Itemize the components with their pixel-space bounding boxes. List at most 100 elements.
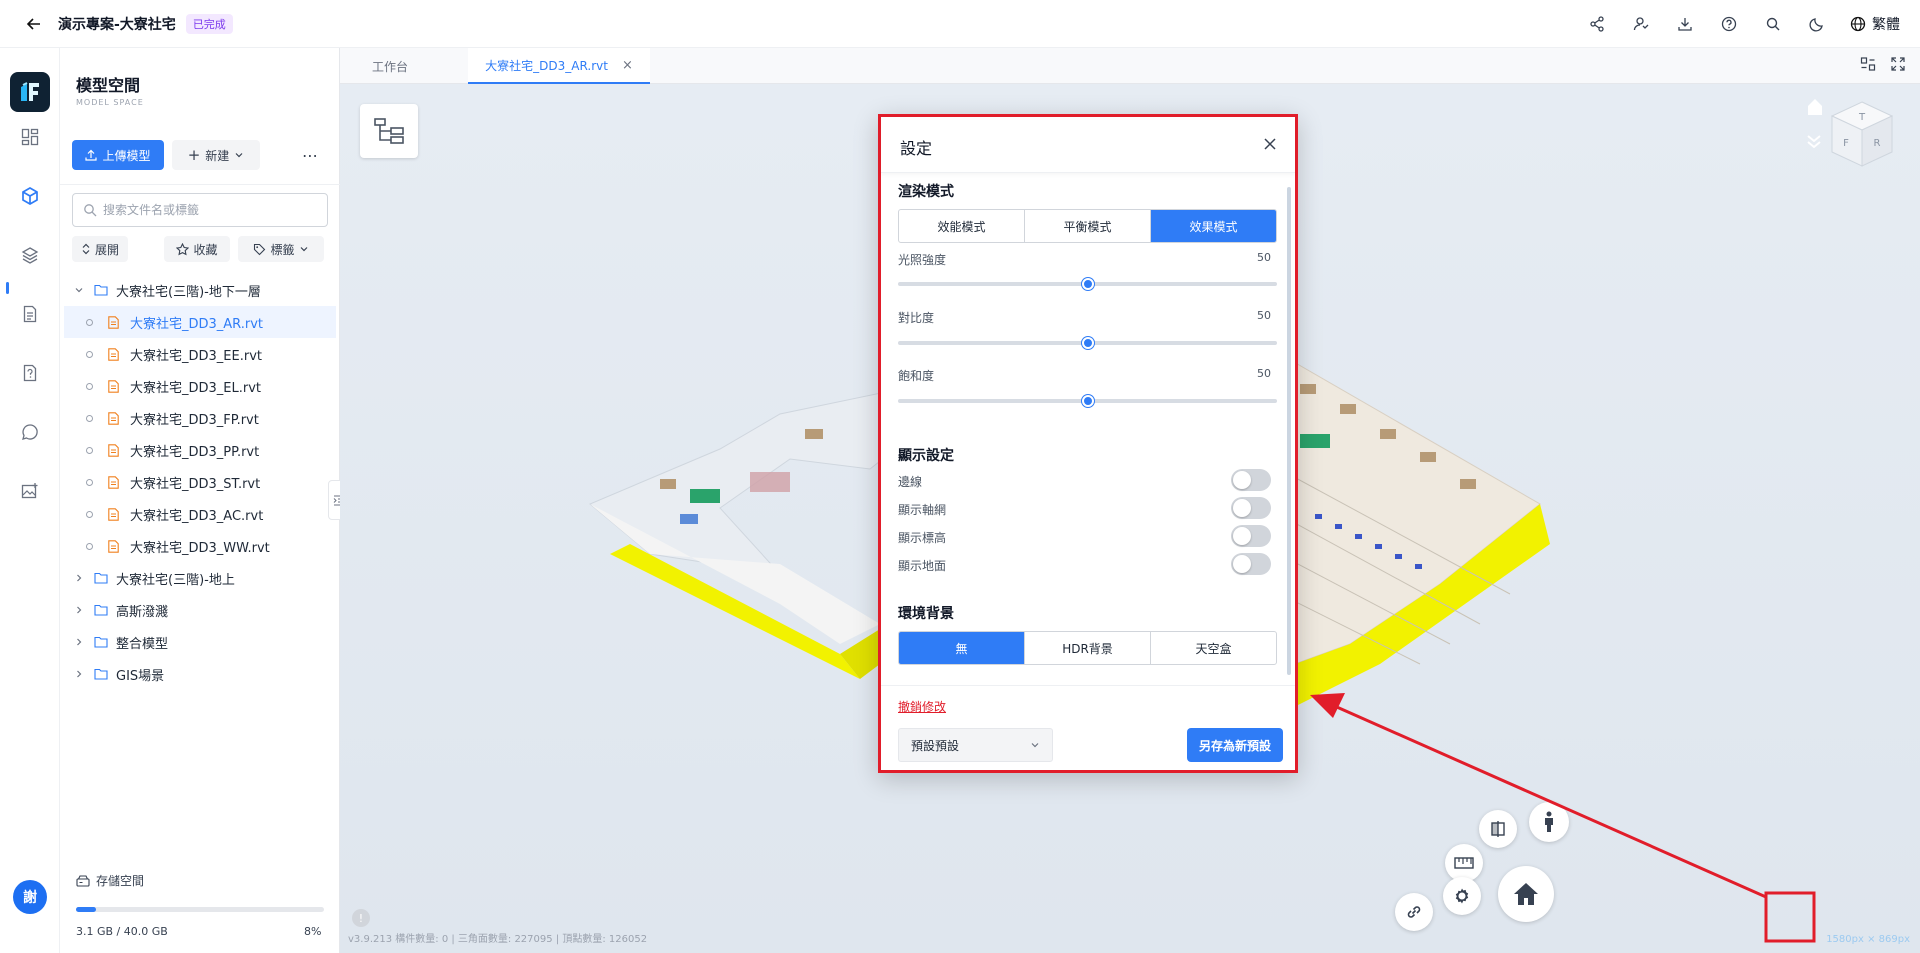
panel-title: 模型空間	[76, 76, 141, 95]
environment-option[interactable]: 天空盒	[1151, 632, 1276, 664]
environment-option-selected[interactable]: 無	[899, 632, 1025, 664]
tree-folder[interactable]: 高斯潑濺	[64, 594, 336, 626]
model-space-icon[interactable]	[18, 184, 42, 208]
expand-icon	[82, 243, 90, 255]
tree-file[interactable]: 大寮社宅_DD3_AR.rvt	[64, 306, 336, 338]
levels-toggle[interactable]	[1231, 525, 1271, 547]
gear-icon	[1455, 888, 1469, 904]
split-view-icon[interactable]	[1860, 56, 1876, 72]
link-button[interactable]	[1395, 893, 1433, 931]
tree-file[interactable]: 大寮社宅_DD3_AC.rvt	[64, 498, 336, 530]
project-title: 演示專案-大寮社宅	[58, 16, 176, 33]
chat-icon[interactable]	[18, 420, 42, 444]
tree-folder-basement[interactable]: 大寮社宅(三階)-地下一層	[64, 274, 336, 306]
file-label: 大寮社宅_DD3_AC.rvt	[130, 508, 264, 524]
render-mode-option[interactable]: 效能模式	[899, 210, 1025, 242]
tree-file[interactable]: 大寮社宅_DD3_PP.rvt	[64, 434, 336, 466]
toggle-knob	[1233, 527, 1251, 545]
status-badge: 已完成	[185, 13, 233, 34]
layers-icon[interactable]	[18, 243, 42, 267]
home-button[interactable]	[1498, 866, 1554, 922]
slider-thumb[interactable]	[1081, 395, 1094, 407]
tree-file[interactable]: 大寮社宅_DD3_ST.rvt	[64, 466, 336, 498]
search-icon[interactable]	[1762, 13, 1784, 35]
model-tree-button[interactable]	[360, 104, 418, 158]
file-label: 大寮社宅_DD3_EE.rvt	[130, 348, 262, 364]
help-icon[interactable]	[1718, 13, 1740, 35]
tag-icon	[254, 243, 266, 255]
walk-mode-button[interactable]	[1529, 802, 1569, 842]
language-switch[interactable]: 繁體	[1850, 14, 1900, 34]
environment-option[interactable]: HDR背景	[1025, 632, 1151, 664]
tags-label: 標籤	[270, 242, 295, 257]
folder-label: GIS場景	[116, 668, 165, 684]
undo-changes-link[interactable]: 撤銷修改	[898, 698, 946, 715]
upload-icon	[85, 149, 98, 161]
tab-bar: 工作台 大寮社宅_DD3_AR.rvt ×	[340, 48, 1920, 84]
tags-button[interactable]: 標籤	[238, 236, 324, 262]
close-icon[interactable]	[1259, 133, 1281, 155]
contrast-slider[interactable]	[898, 337, 1277, 349]
environment-title: 環境背景	[898, 606, 954, 622]
language-label: 繁體	[1872, 17, 1900, 33]
expand-button[interactable]: 展開	[72, 236, 128, 262]
edges-toggle[interactable]	[1231, 469, 1271, 491]
tree-file[interactable]: 大寮社宅_DD3_EE.rvt	[64, 338, 336, 370]
tab-model-file[interactable]: 大寮社宅_DD3_AR.rvt ×	[468, 48, 650, 84]
storage-progress-bar	[76, 907, 324, 912]
file-icon	[108, 379, 119, 393]
tree-file[interactable]: 大寮社宅_DD3_EL.rvt	[64, 370, 336, 402]
ground-toggle[interactable]	[1231, 553, 1271, 575]
info-icon[interactable]: !	[352, 909, 370, 927]
tree-folder[interactable]: 大寮社宅(三階)-地上	[64, 562, 336, 594]
folder-icon	[94, 636, 108, 648]
viewport-resolution: 1580px × 869px	[1826, 934, 1910, 945]
new-button[interactable]: + 新建	[172, 140, 260, 170]
home-view-icon[interactable]	[1808, 99, 1822, 115]
slider-thumb[interactable]	[1081, 278, 1094, 290]
tree-file[interactable]: 大寮社宅_DD3_WW.rvt	[64, 530, 336, 562]
grid-toggle[interactable]	[1231, 497, 1271, 519]
status-dot	[86, 318, 93, 326]
close-icon[interactable]: ×	[622, 58, 633, 73]
section-box-button[interactable]	[1479, 810, 1517, 848]
chevron-double-down-icon[interactable]	[1807, 135, 1821, 149]
render-mode-option-selected[interactable]: 效果模式	[1151, 210, 1276, 242]
view-cube[interactable]: T F R	[1800, 94, 1900, 184]
tree-folder[interactable]: GIS場景	[64, 658, 336, 690]
back-arrow-icon[interactable]	[22, 12, 46, 36]
plus-icon: +	[187, 146, 201, 164]
dashboard-icon[interactable]	[18, 125, 42, 149]
settings-button[interactable]	[1443, 877, 1481, 915]
dialog-header: 設定	[881, 117, 1295, 173]
upload-model-button[interactable]: 上傳模型	[72, 140, 164, 170]
levels-label: 顯示標高	[898, 531, 947, 545]
render-mode-option[interactable]: 平衡模式	[1025, 210, 1151, 242]
folder-label: 大寮社宅(三階)-地上	[116, 572, 235, 588]
dialog-scrollbar[interactable]	[1287, 187, 1291, 675]
preset-select[interactable]: 預設預設	[898, 728, 1053, 762]
tree-file[interactable]: 大寮社宅_DD3_FP.rvt	[64, 402, 336, 434]
avatar[interactable]: 謝	[13, 880, 47, 914]
status-dot	[86, 510, 93, 518]
document-icon[interactable]	[18, 302, 42, 326]
share-icon[interactable]	[1586, 13, 1608, 35]
top-bar: 演示專案-大寮社宅 已完成 繁體	[0, 0, 1920, 48]
favorite-button[interactable]: 收藏	[164, 236, 230, 262]
tree-folder[interactable]: 整合模型	[64, 626, 336, 658]
more-options-icon[interactable]: ⋯	[300, 144, 320, 166]
file-question-icon[interactable]	[18, 361, 42, 385]
saturation-slider[interactable]	[898, 395, 1277, 407]
chevron-right-icon	[74, 669, 84, 679]
light-intensity-slider[interactable]	[898, 278, 1277, 290]
slider-thumb[interactable]	[1081, 337, 1094, 349]
member-icon[interactable]	[1630, 13, 1652, 35]
tab-workbench[interactable]: 工作台	[340, 48, 440, 84]
file-search-input[interactable]	[103, 203, 323, 217]
dark-mode-icon[interactable]	[1806, 13, 1828, 35]
download-icon[interactable]	[1674, 13, 1696, 35]
save-preset-button[interactable]: 另存為新預設	[1187, 728, 1283, 762]
person-icon	[1545, 811, 1553, 832]
fullscreen-icon[interactable]	[1890, 56, 1906, 72]
image-add-icon[interactable]	[18, 479, 42, 503]
